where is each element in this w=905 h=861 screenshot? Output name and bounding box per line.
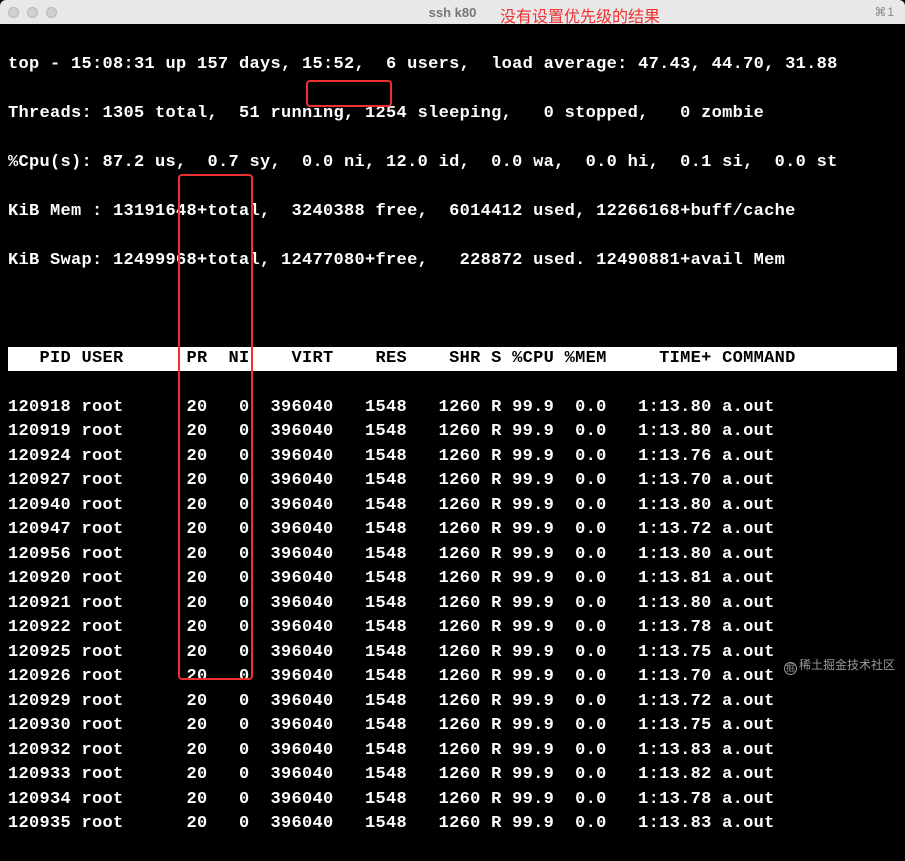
process-row: 120918 root 20 0 396040 1548 1260 R 99.9… [8,396,897,421]
process-row: 120947 root 20 0 396040 1548 1260 R 99.9… [8,518,897,543]
process-list: 120918 root 20 0 396040 1548 1260 R 99.9… [8,396,897,837]
watermark-icon: 掘 [784,662,797,675]
process-row: 120921 root 20 0 396040 1548 1260 R 99.9… [8,592,897,617]
top-summary-line-2: Threads: 1305 total, 51 running, 1254 sl… [8,102,897,127]
top-summary-line-4: KiB Mem : 13191648+total, 3240388 free, … [8,200,897,225]
process-row: 120930 root 20 0 396040 1548 1260 R 99.9… [8,714,897,739]
top-summary-line-1: top - 15:08:31 up 157 days, 15:52, 6 use… [8,53,897,78]
process-row: 120929 root 20 0 396040 1548 1260 R 99.9… [8,690,897,715]
process-row: 120935 root 20 0 396040 1548 1260 R 99.9… [8,812,897,837]
terminal-output[interactable]: top - 15:08:31 up 157 days, 15:52, 6 use… [0,24,905,861]
window-title: ssh k80 [429,5,477,20]
process-row: 120925 root 20 0 396040 1548 1260 R 99.9… [8,641,897,666]
top-summary-line-3: %Cpu(s): 87.2 us, 0.7 sy, 0.0 ni, 12.0 i… [8,151,897,176]
process-row: 120933 root 20 0 396040 1548 1260 R 99.9… [8,763,897,788]
process-row: 120927 root 20 0 396040 1548 1260 R 99.9… [8,469,897,494]
process-row: 120934 root 20 0 396040 1548 1260 R 99.9… [8,788,897,813]
process-row: 120956 root 20 0 396040 1548 1260 R 99.9… [8,543,897,568]
top-summary-line-5: KiB Swap: 12499968+total, 12477080+free,… [8,249,897,274]
watermark: 掘稀土掘金技术社区 [784,656,895,675]
minimize-button[interactable] [27,7,38,18]
annotation-text: 没有设置优先级的结果 [500,3,660,27]
process-row: 120924 root 20 0 396040 1548 1260 R 99.9… [8,445,897,470]
close-button[interactable] [8,7,19,18]
watermark-text: 稀土掘金技术社区 [799,658,895,672]
process-row: 120926 root 20 0 396040 1548 1260 R 99.9… [8,665,897,690]
process-row: 120920 root 20 0 396040 1548 1260 R 99.9… [8,567,897,592]
traffic-lights [8,7,57,18]
process-row: 120940 root 20 0 396040 1548 1260 R 99.9… [8,494,897,519]
blank-line [8,298,897,323]
process-row: 120922 root 20 0 396040 1548 1260 R 99.9… [8,616,897,641]
column-headers: PID USER PR NI VIRT RES SHR S %CPU %MEM … [8,347,897,372]
tab-shortcut: ⌘1 [874,5,895,19]
zoom-button[interactable] [46,7,57,18]
window-titlebar: ssh k80 ⌘1 [0,0,905,24]
process-row: 120919 root 20 0 396040 1548 1260 R 99.9… [8,420,897,445]
process-row: 120932 root 20 0 396040 1548 1260 R 99.9… [8,739,897,764]
